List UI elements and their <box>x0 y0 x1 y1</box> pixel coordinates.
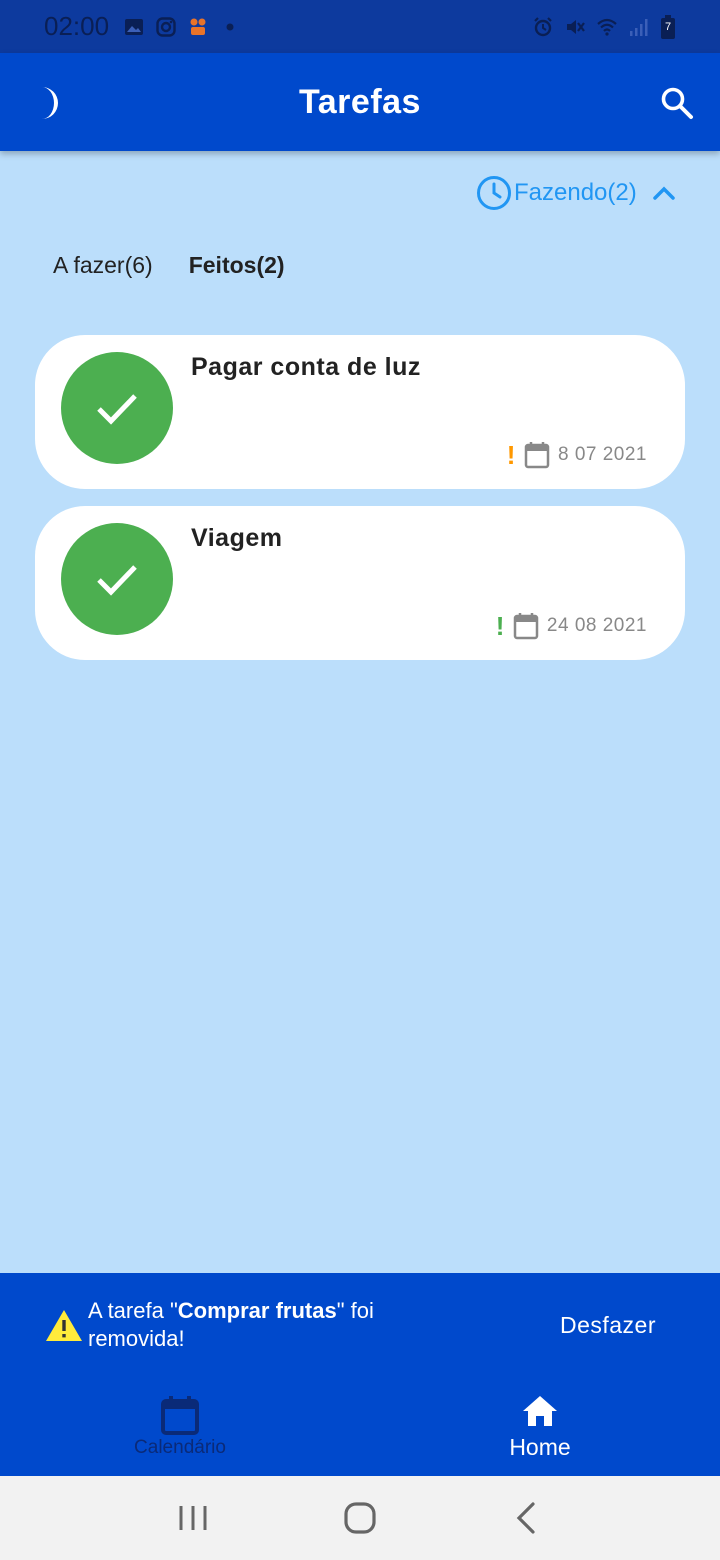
search-icon[interactable] <box>660 86 694 120</box>
priority-indicator: ! <box>506 440 516 470</box>
task-date: 24 08 2021 <box>546 615 647 636</box>
task-done-toggle[interactable] <box>61 523 173 635</box>
snackbar-message: A tarefa "Comprar frutas" foi removida! <box>44 1297 464 1353</box>
moon-icon[interactable] <box>34 85 68 121</box>
back-icon[interactable] <box>507 1498 547 1538</box>
task-title: Viagem <box>191 524 283 552</box>
app-bar: Tarefas <box>0 53 720 151</box>
status-system-icons: 7 <box>532 14 676 39</box>
task-title: Pagar conta de luz <box>191 353 421 381</box>
task-tabs: A fazer(6) Feitos(2) <box>53 252 285 279</box>
signal-icon <box>630 18 648 36</box>
gallery-icon <box>125 18 144 35</box>
checkmark-icon <box>97 565 137 596</box>
instagram-icon <box>156 16 176 37</box>
priority-indicator: ! <box>495 611 505 641</box>
nav-item-home[interactable]: Home <box>360 1377 720 1476</box>
clock-icon <box>477 176 511 210</box>
alarm-icon <box>534 16 552 36</box>
app-notification-icon <box>190 18 206 35</box>
tab-done[interactable]: Feitos(2) <box>189 252 285 279</box>
snackbar-text: A tarefa "Comprar frutas" foi removida! <box>88 1297 464 1353</box>
status-bar: 02:00 7 <box>0 0 720 53</box>
tab-to-do[interactable]: A fazer(6) <box>53 252 153 279</box>
dot-icon <box>226 23 234 30</box>
nav-item-calendar[interactable]: Calendário <box>0 1377 360 1476</box>
checkmark-icon <box>97 394 137 425</box>
vibrate-mute-icon <box>567 19 585 34</box>
nav-label-home: Home <box>509 1434 571 1460</box>
task-card[interactable]: Pagar conta de luz ! 8 07 2021 <box>35 335 685 489</box>
home-circle-icon[interactable] <box>340 1498 380 1538</box>
calendar-icon <box>524 442 550 469</box>
undo-button[interactable]: Desfazer <box>560 1312 656 1339</box>
task-meta: ! 24 08 2021 <box>496 612 647 640</box>
doing-filter-toggle[interactable]: Fazendo(2) <box>476 175 677 211</box>
wifi-icon <box>597 18 617 36</box>
status-notification-icons <box>123 16 241 38</box>
calendar-icon <box>161 1395 199 1435</box>
task-card[interactable]: Viagem ! 24 08 2021 <box>35 506 685 660</box>
snackbar: A tarefa "Comprar frutas" foi removida! … <box>0 1273 720 1377</box>
home-icon <box>523 1396 557 1426</box>
doing-filter-label: Fazendo(2) <box>514 179 637 206</box>
system-navigation-bar <box>0 1476 720 1560</box>
snackbar-prefix: A tarefa " <box>88 1298 178 1323</box>
snackbar-task-name: Comprar frutas <box>177 1298 337 1323</box>
task-done-toggle[interactable] <box>61 352 173 464</box>
bottom-navigation: Calendário Home <box>0 1377 720 1476</box>
chevron-up-icon <box>652 186 675 200</box>
battery-icon: 7 <box>660 14 676 39</box>
task-meta: ! 8 07 2021 <box>507 441 647 469</box>
calendar-icon <box>513 613 539 640</box>
warning-icon <box>46 1310 82 1341</box>
battery-level: 7 <box>664 20 672 33</box>
page-title: Tarefas <box>299 82 421 121</box>
task-date: 8 07 2021 <box>557 444 647 465</box>
status-time: 02:00 <box>44 11 110 41</box>
recents-icon[interactable] <box>173 1498 213 1538</box>
nav-label-calendar: Calendário <box>134 1436 226 1458</box>
